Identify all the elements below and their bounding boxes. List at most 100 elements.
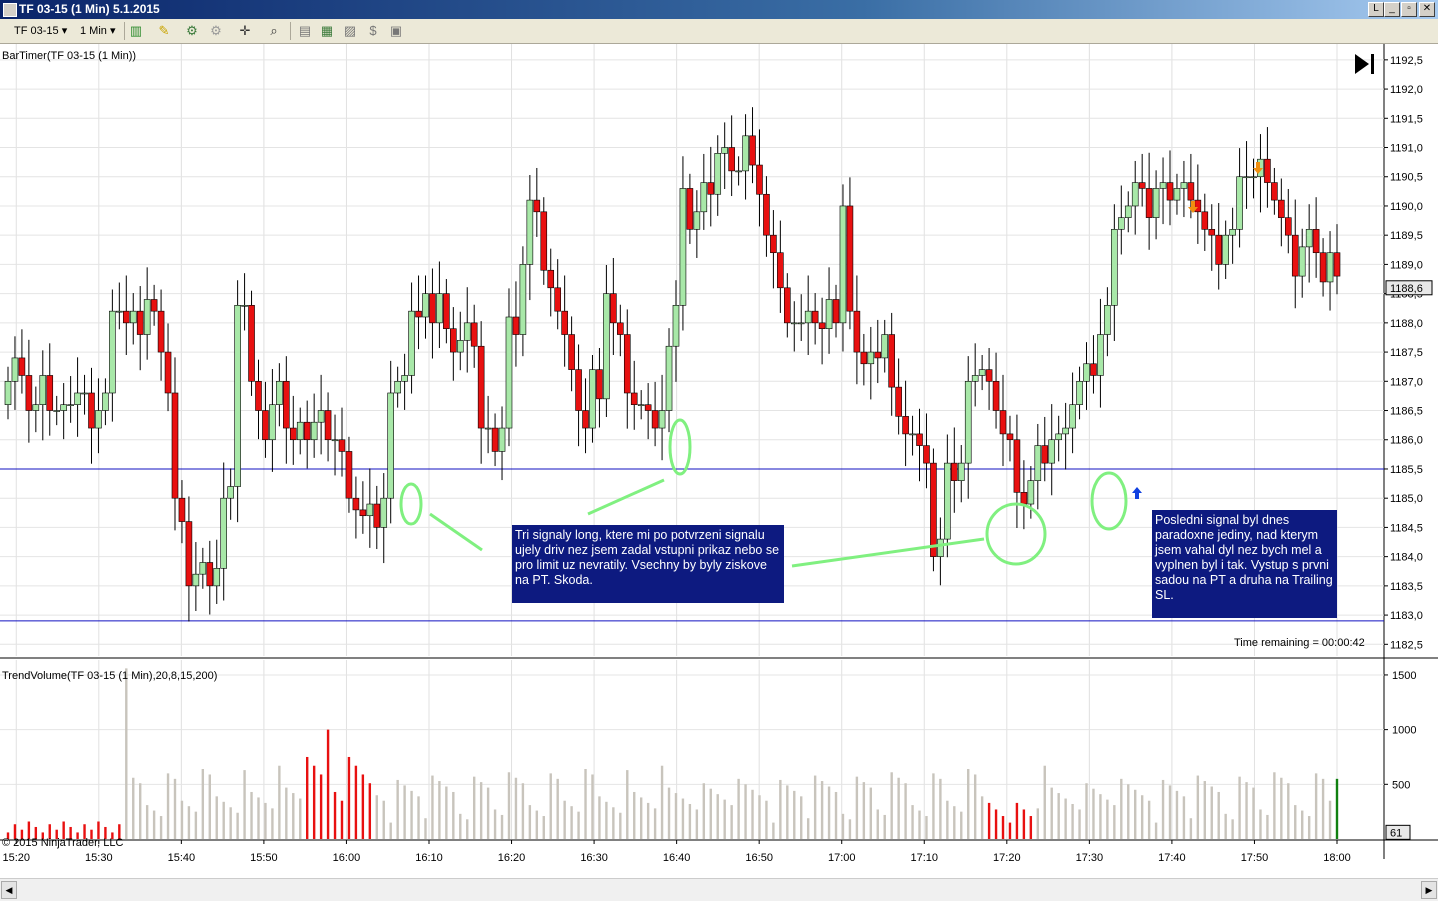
candle-body: [331, 439, 339, 442]
chart-trader-icon[interactable]: ▨: [342, 23, 358, 39]
candle-body: [408, 310, 415, 376]
layout-button[interactable]: L: [1368, 2, 1384, 17]
candle-body: [596, 369, 603, 400]
candle-body: [1312, 229, 1320, 254]
panel-icon[interactable]: ▣: [388, 23, 404, 39]
candle-body: [1271, 182, 1278, 201]
volume-bar: [1266, 814, 1269, 839]
candle-body: [1291, 234, 1299, 277]
candle-body: [770, 234, 777, 254]
highlight-ellipse: [985, 502, 1047, 566]
volume-bar: [862, 782, 866, 839]
volume-bar: [319, 774, 323, 839]
candle-body: [519, 264, 527, 335]
crosshair-icon[interactable]: ✛: [237, 23, 253, 39]
volume-bar: [486, 787, 490, 839]
candle-body: [199, 562, 207, 575]
volume-bar: [987, 802, 991, 839]
indicators-icon[interactable]: ▦: [319, 23, 335, 39]
volume-bar: [681, 798, 685, 839]
volume-bar: [1057, 793, 1060, 839]
volume-bar: [772, 822, 775, 839]
candle-body: [422, 293, 429, 318]
x-tick-label: 15:20: [2, 852, 30, 864]
dollar-icon[interactable]: $: [365, 23, 381, 39]
volume-bar: [932, 773, 935, 839]
scroll-left-icon[interactable]: ◀: [1, 881, 17, 899]
candle-body: [533, 199, 541, 213]
candle-body: [964, 381, 972, 464]
connector-line: [429, 512, 483, 552]
strategy-icon[interactable]: ⚙: [208, 23, 224, 39]
candle-body: [1097, 334, 1104, 376]
candle-body: [366, 503, 374, 517]
horizontal-scrollbar[interactable]: ◀ ▶: [0, 878, 1438, 901]
volume-bar: [285, 787, 288, 839]
connector-line: [587, 478, 665, 516]
x-tick-label: 16:50: [745, 852, 773, 864]
candle-body: [1034, 445, 1042, 481]
volume-bar: [1022, 809, 1026, 839]
chart-toolbar: TF 03-15 ▾ 1 Min ▾ ▥ ✎ ⚙ ⚙ ✛ ⌕ ▤ ▦ ▨ $ ▣: [0, 19, 1438, 44]
candle-body: [81, 392, 88, 395]
volume-bar: [1307, 816, 1311, 839]
candle-body: [916, 433, 923, 446]
price-chart-svg[interactable]: 15:20 15:30 15:40 15:50 16:00 16:10 16:20 16:30…: [0, 44, 1438, 878]
candle-body: [1250, 176, 1257, 179]
candle-body: [672, 305, 680, 347]
instrument-selector[interactable]: TF 03-15 ▾: [14, 23, 76, 39]
candle-body: [985, 369, 993, 382]
candle-body: [95, 410, 102, 429]
candle-body: [143, 299, 151, 335]
volume-bar: [271, 808, 274, 839]
maximize-button[interactable]: ▫: [1401, 2, 1417, 17]
candle-body: [1319, 252, 1327, 283]
minimize-button[interactable]: _: [1384, 2, 1400, 17]
candle-body: [345, 451, 353, 499]
volume-bar: [1161, 779, 1165, 839]
volume-bar: [466, 819, 469, 839]
interval-selector[interactable]: 1 Min ▾: [80, 23, 120, 39]
chart-style-icon[interactable]: ▥: [128, 23, 144, 39]
y-tick-label: 1191,0: [1390, 143, 1423, 155]
volume-bar: [918, 810, 921, 839]
volume-bar: [619, 812, 622, 839]
zoom-icon[interactable]: ⌕: [266, 23, 282, 39]
volume-bar: [257, 797, 260, 839]
y-tick-label: 1186,0: [1390, 435, 1423, 447]
candle-body: [853, 310, 861, 353]
volume-bar: [897, 777, 900, 839]
candle-body: [1131, 182, 1139, 207]
annotation-note-right: Posledni signal byl dnes paradoxne jedin…: [1152, 510, 1337, 618]
volume-bar: [1085, 783, 1088, 839]
chart-area[interactable]: 15:20 15:30 15:40 15:50 16:00 16:10 16:20 16:30…: [0, 44, 1438, 878]
drawing-tool-icon[interactable]: ✎: [156, 23, 172, 39]
candle-body: [944, 462, 951, 540]
close-button[interactable]: ✕: [1419, 2, 1435, 17]
candle-body: [978, 369, 986, 376]
candle-body: [1090, 363, 1097, 376]
volume-bar: [751, 789, 754, 839]
volume-bar: [1029, 816, 1033, 839]
volume-bar: [598, 796, 601, 839]
x-tick-label: 16:00: [333, 852, 361, 864]
app-icon: [3, 3, 17, 17]
candle-body: [1152, 188, 1160, 218]
y-tick-label: 1190,5: [1390, 172, 1423, 184]
candle-body: [1243, 176, 1250, 179]
data-series-icon[interactable]: ⚙: [184, 23, 200, 39]
scroll-right-icon[interactable]: ▶: [1421, 881, 1437, 899]
chevron-down-icon: ▾: [61, 25, 68, 37]
volume-bar: [939, 778, 942, 839]
volume-bar: [410, 790, 413, 839]
play-icon-bar: [1371, 54, 1374, 74]
candle-body: [784, 287, 791, 324]
volume-bar: [1287, 783, 1290, 839]
y-tick-label: 1188,0: [1390, 318, 1423, 330]
candle-body: [1159, 182, 1167, 189]
volume-bar: [1092, 788, 1095, 839]
candle-body: [373, 503, 381, 528]
properties-icon[interactable]: ▤: [297, 23, 313, 39]
candle-body: [728, 147, 735, 172]
volume-bar: [1154, 822, 1158, 839]
